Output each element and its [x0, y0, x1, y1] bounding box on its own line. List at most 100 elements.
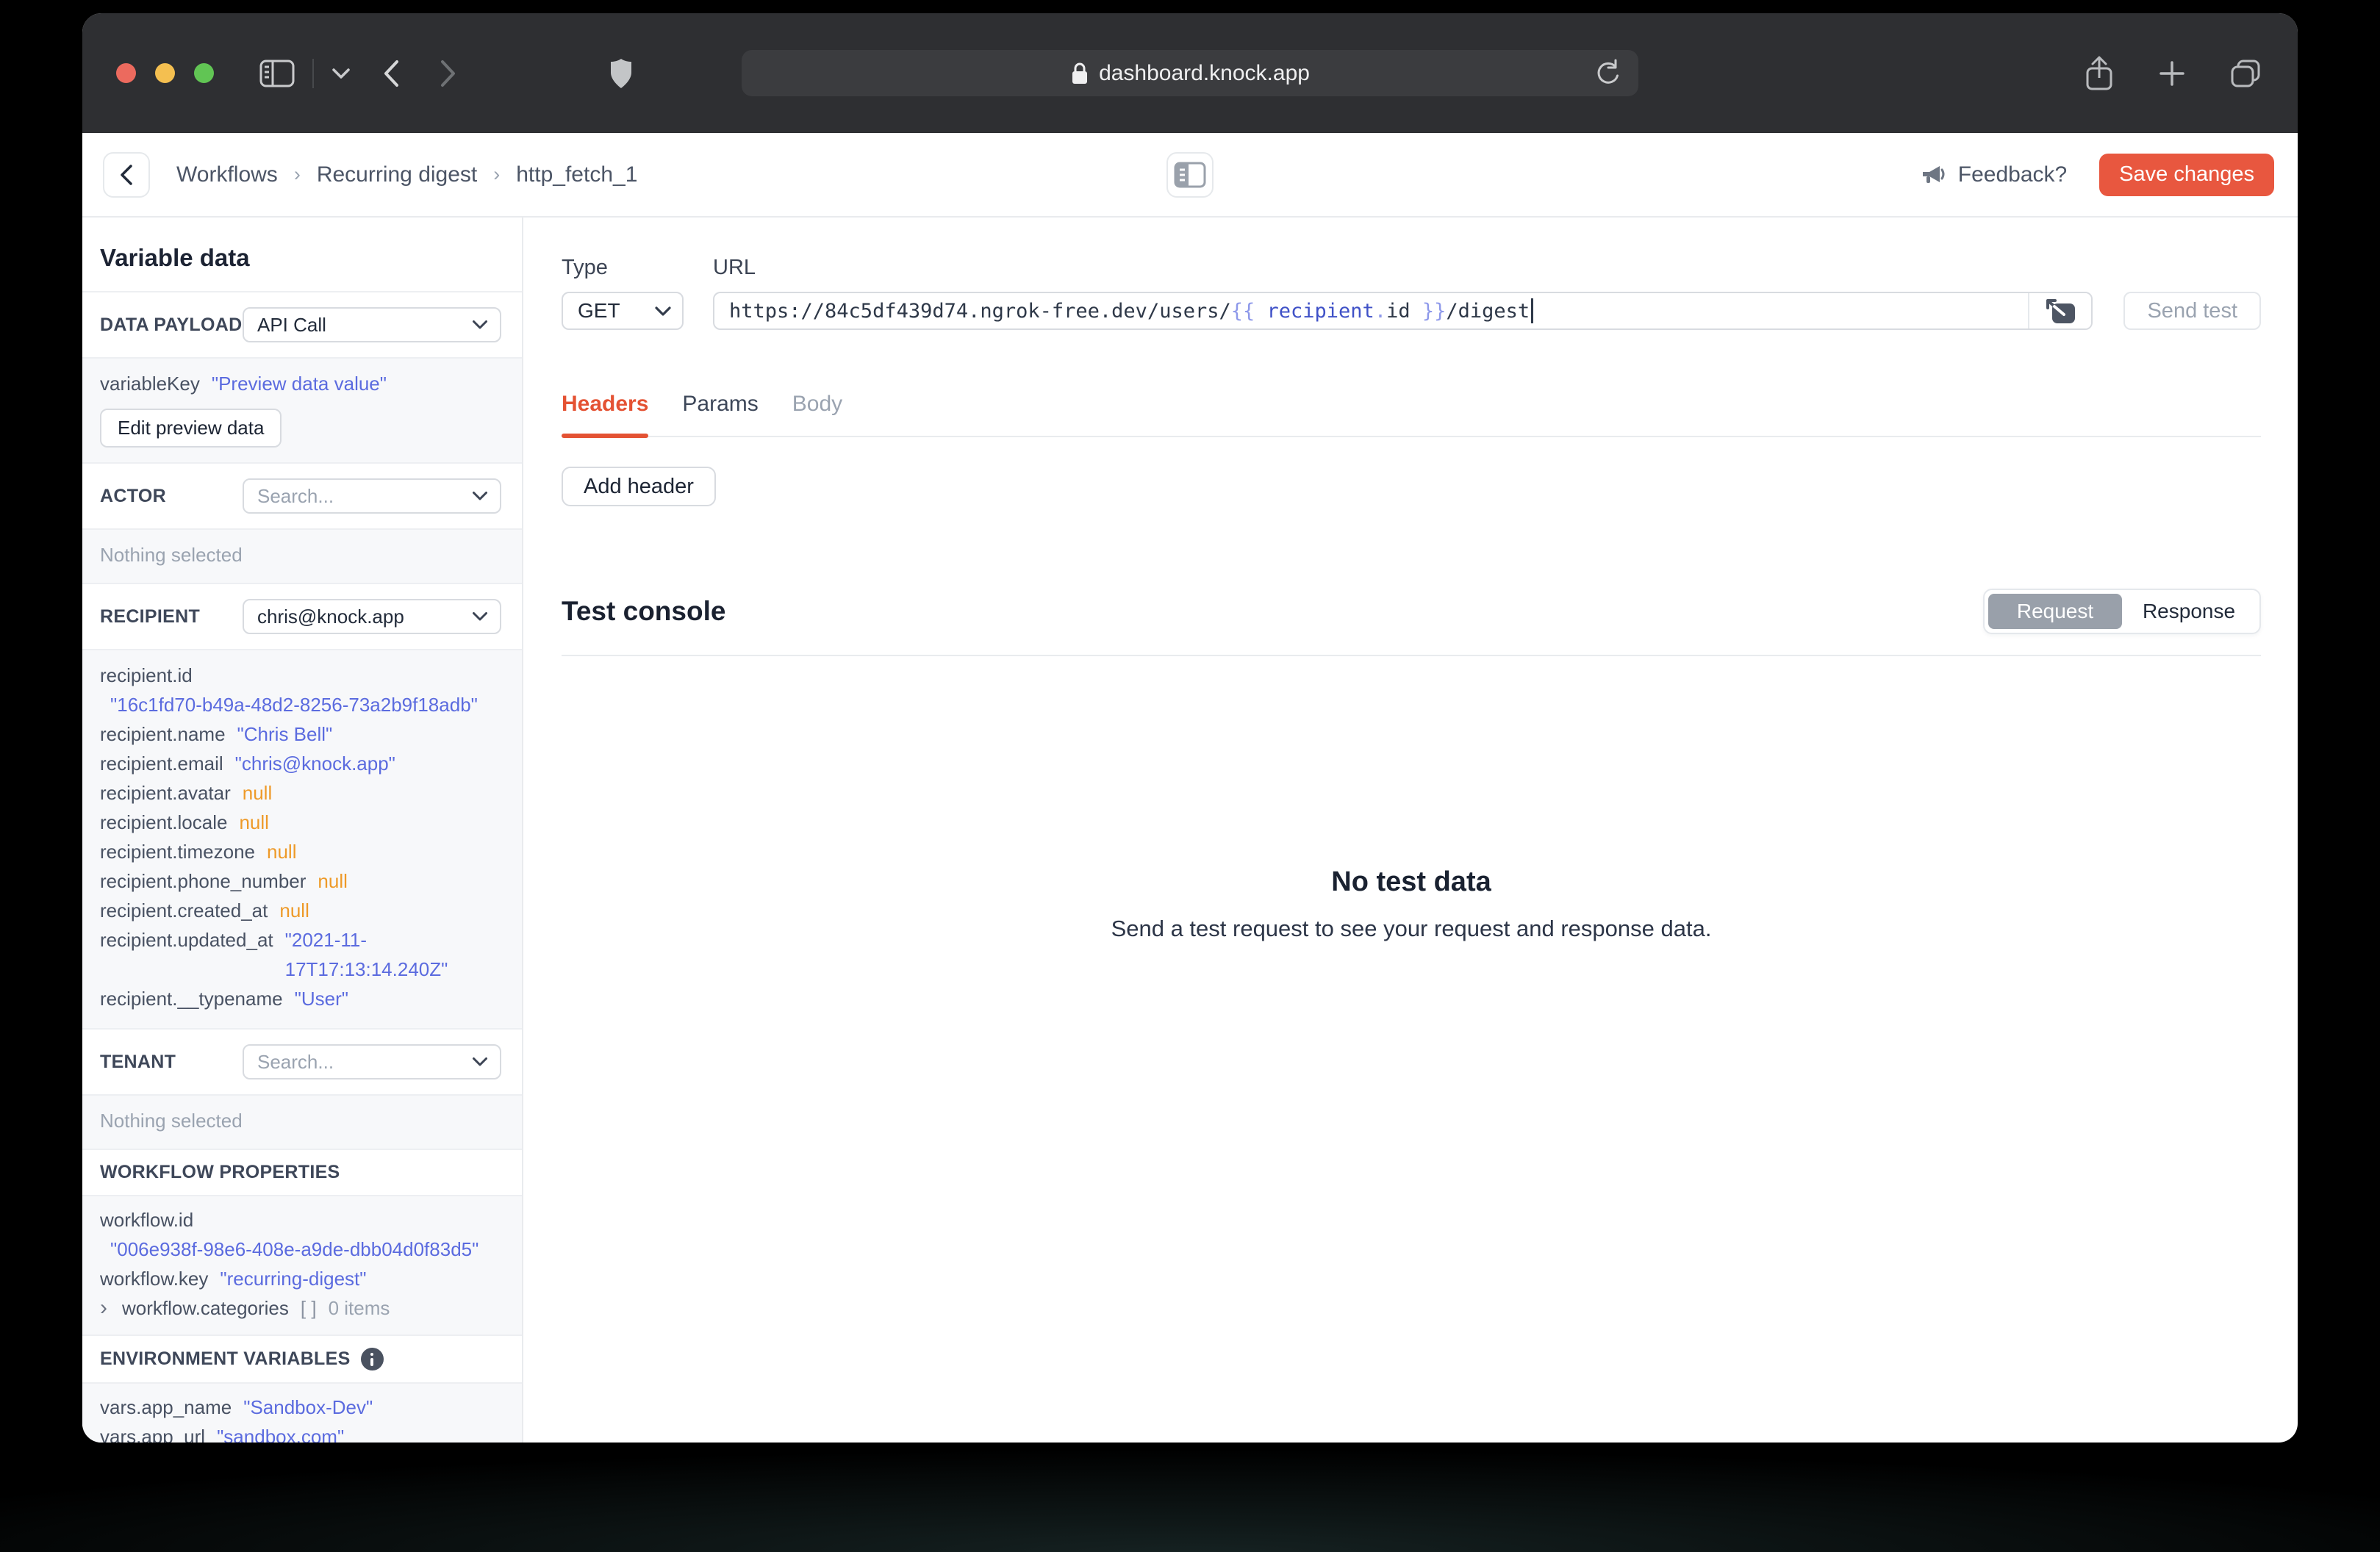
property-row: recipient.locale null: [100, 811, 269, 833]
expand-chevron-icon: ›: [100, 1296, 107, 1320]
browser-back-icon[interactable]: [381, 59, 401, 88]
chevron-down-icon: [473, 320, 487, 329]
property-row: recipient.phone_number null: [100, 870, 348, 892]
method-select[interactable]: GET: [562, 292, 684, 330]
megaphone-icon: [1921, 163, 1947, 187]
breadcrumb-step-name: http_fetch_1: [516, 162, 638, 187]
toggle-request[interactable]: Request: [1988, 594, 2122, 629]
property-value: "16c1fd70-b49a-48d2-8256-73a2b9f18adb": [110, 694, 478, 716]
traffic-lights: [116, 63, 214, 83]
property-row: vars.app_name "Sandbox-Dev": [100, 1396, 373, 1418]
save-changes-button[interactable]: Save changes: [2099, 153, 2274, 196]
panel-icon: [1174, 162, 1206, 187]
actor-empty-state: Nothing selected: [82, 530, 522, 584]
property-row: workflow.key "recurring-digest": [100, 1268, 367, 1290]
breadcrumb-workflow-name[interactable]: Recurring digest: [317, 162, 477, 187]
request-editor: Type GET URL https://84c5df439d74.ngrok-…: [523, 218, 2298, 1443]
tab-headers[interactable]: Headers: [562, 392, 649, 438]
new-tab-icon[interactable]: [2157, 58, 2187, 89]
recipient-row: RECIPIENT chris@knock.app: [82, 584, 522, 650]
property-row: recipient.updated_at "2021-11-17T17:13:14…: [100, 929, 448, 980]
tab-overview-icon[interactable]: [2229, 57, 2264, 90]
data-payload-select[interactable]: API Call: [243, 307, 501, 342]
tenant-label: TENANT: [100, 1051, 176, 1072]
expand-icon: [2046, 299, 2076, 323]
sidebar-chevron-down-icon[interactable]: [331, 68, 351, 79]
minimize-window-button[interactable]: [155, 63, 175, 83]
close-window-button[interactable]: [116, 63, 136, 83]
browser-forward-icon[interactable]: [439, 59, 458, 88]
tab-params[interactable]: Params: [682, 392, 758, 436]
property-row: recipient.name "Chris Bell": [100, 723, 333, 745]
sidebar-title: Variable data: [100, 244, 250, 271]
preview-value: "Preview data value": [211, 373, 387, 395]
send-test-button[interactable]: Send test: [2123, 292, 2261, 330]
property-row: recipient.avatar null: [100, 782, 273, 804]
chevron-down-icon: [473, 492, 487, 500]
property-row: recipient.email "chris@knock.app": [100, 752, 395, 775]
type-label: Type: [562, 256, 608, 279]
chevron-down-icon: [473, 612, 487, 621]
preview-data-section: variableKey "Preview data value" Edit pr…: [82, 359, 522, 464]
browser-sidebar-icon[interactable]: [259, 59, 295, 88]
tenant-empty-state: Nothing selected: [82, 1096, 522, 1150]
property-row: recipient.__typename "User": [100, 988, 348, 1010]
browser-titlebar: dashboard.knock.app: [82, 13, 2298, 133]
recipient-properties: recipient.id "16c1fd70-b49a-48d2-8256-73…: [82, 650, 522, 1030]
actor-label: ACTOR: [100, 485, 166, 506]
tenant-row: TENANT Search...: [82, 1030, 522, 1096]
breadcrumb: Workflows › Recurring digest › http_fetc…: [176, 162, 637, 187]
recipient-label: RECIPIENT: [100, 606, 201, 627]
chevron-down-icon: [473, 1057, 487, 1066]
property-row: vars.app_url "sandbox.com": [100, 1426, 345, 1443]
titlebar-divider: [312, 58, 314, 88]
recipient-select[interactable]: chris@knock.app: [243, 599, 501, 634]
url-label: URL: [713, 256, 756, 279]
property-row: recipient.created_at null: [100, 899, 309, 922]
property-row: recipient.timezone null: [100, 841, 297, 863]
text-cursor: [1531, 298, 1534, 323]
edit-preview-data-button[interactable]: Edit preview data: [100, 409, 282, 448]
environment-variables-header: ENVIRONMENT VARIABLES: [82, 1336, 522, 1384]
zoom-window-button[interactable]: [194, 63, 214, 83]
property-row: recipient.id: [100, 664, 193, 686]
share-icon[interactable]: [2083, 54, 2115, 93]
back-button[interactable]: [103, 151, 150, 198]
browser-window: dashboard.knock.app Workflows › Recurrin…: [82, 13, 2298, 1443]
toggle-sidebar-button[interactable]: [1166, 151, 1214, 198]
variable-data-sidebar: Variable data DATA PAYLOAD API Call vari…: [82, 218, 523, 1443]
app-header: Workflows › Recurring digest › http_fetc…: [82, 133, 2298, 218]
browser-url-bar[interactable]: dashboard.knock.app: [742, 50, 1638, 96]
breadcrumb-workflows[interactable]: Workflows: [176, 162, 278, 187]
chevron-down-icon: [655, 306, 671, 316]
empty-state: No test data Send a test request to see …: [562, 866, 2261, 942]
feedback-label: Feedback?: [1957, 162, 2068, 187]
workflow-properties: workflow.id "006e938f-98e6-408e-a9de-dbb…: [82, 1196, 522, 1336]
environment-variables: vars.app_name "Sandbox-Dev" vars.app_url "…: [82, 1384, 522, 1443]
lock-icon: [1070, 62, 1089, 85]
url-input[interactable]: https://84c5df439d74.ngrok-free.dev/user…: [713, 292, 2093, 330]
data-payload-label: DATA PAYLOAD: [100, 314, 243, 335]
actor-select[interactable]: Search...: [243, 478, 501, 514]
url-text: dashboard.knock.app: [1099, 60, 1310, 85]
shield-icon[interactable]: [610, 58, 632, 89]
request-response-toggle: Request Response: [1983, 589, 2261, 634]
data-payload-row: DATA PAYLOAD API Call: [82, 292, 522, 359]
add-header-button[interactable]: Add header: [562, 467, 716, 506]
preview-key: variableKey: [100, 373, 200, 395]
actor-row: ACTOR Search...: [82, 464, 522, 530]
breadcrumb-separator: ›: [293, 163, 301, 185]
property-row: workflow.id: [100, 1209, 194, 1231]
tab-body[interactable]: Body: [792, 392, 842, 436]
tenant-select[interactable]: Search...: [243, 1044, 501, 1079]
expand-editor-button[interactable]: [2028, 293, 2092, 328]
workflow-categories-row[interactable]: › workflow.categories [ ] 0 items: [100, 1293, 504, 1323]
toggle-response[interactable]: Response: [2122, 594, 2256, 629]
empty-state-subtitle: Send a test request to see your request …: [1111, 916, 1712, 941]
test-console-header: Test console Request Response: [562, 589, 2261, 656]
test-console-title: Test console: [562, 596, 726, 626]
feedback-link[interactable]: Feedback?: [1921, 162, 2067, 187]
reload-icon[interactable]: [1594, 59, 1622, 87]
workflow-properties-header: WORKFLOW PROPERTIES: [82, 1150, 522, 1196]
info-icon[interactable]: [360, 1348, 384, 1370]
